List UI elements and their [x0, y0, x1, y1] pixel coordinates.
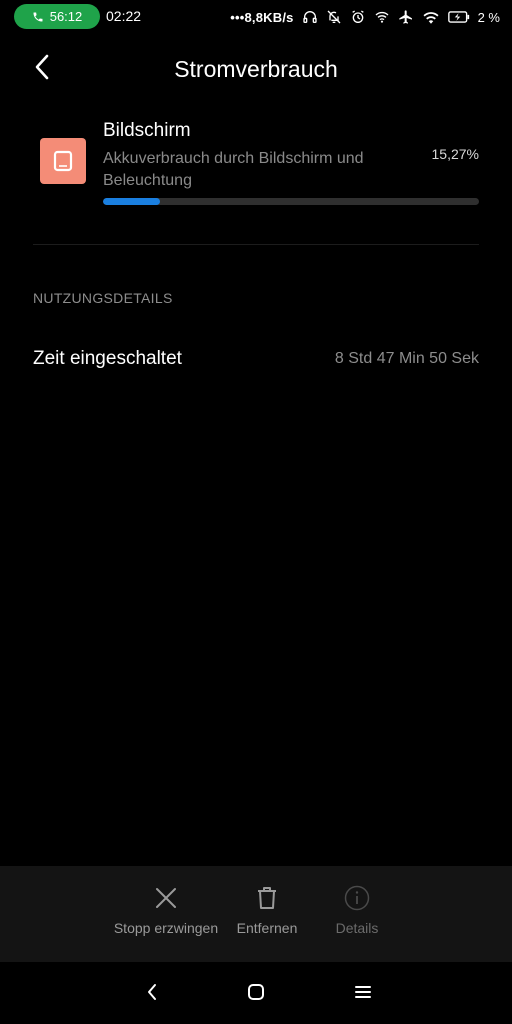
wifi-hotspot-icon: [374, 9, 390, 25]
app-name: Bildschirm: [103, 120, 191, 141]
action-bar: Stopp erzwingen Entfernen Details: [0, 866, 512, 962]
close-icon: [154, 886, 178, 915]
usage-percent: 15,27%: [431, 146, 479, 162]
page-title: Stromverbrauch: [174, 56, 338, 82]
detail-row-screen-on-time: Zeit eingeschaltet 8 Std 47 Min 50 Sek: [33, 344, 479, 378]
system-nav-bar: [0, 962, 512, 1024]
more-dots-icon: •••: [230, 9, 245, 25]
detail-label: Zeit eingeschaltet: [33, 348, 182, 369]
section-heading: NUTZUNGSDETAILS: [33, 290, 173, 306]
app-description: Akkuverbrauch durch Bildschirm und Beleu…: [103, 150, 364, 189]
details-label: Details: [335, 920, 379, 936]
wifi-icon: [422, 9, 440, 25]
battery-charging-icon: [447, 10, 470, 24]
airplane-icon: [398, 9, 414, 25]
clock: 02:22: [106, 8, 142, 24]
usage-progress-bar: [103, 198, 479, 205]
trash-icon: [255, 885, 279, 916]
header: Stromverbrauch: [0, 44, 512, 96]
status-bar: 56:12 02:22 •••8,8KB/s 2 %: [0, 0, 512, 34]
network-speed: •••8,8KB/s: [230, 9, 294, 25]
ongoing-call-pill[interactable]: 56:12: [14, 4, 100, 29]
divider: [33, 244, 479, 245]
nav-menu-button[interactable]: [349, 980, 377, 1008]
status-icons: •••8,8KB/s 2 %: [230, 6, 500, 28]
phone-icon: [32, 11, 44, 23]
nav-back-button[interactable]: [138, 980, 166, 1008]
muted-bell-icon: [326, 9, 342, 25]
headset-icon: [302, 9, 318, 25]
app-usage-card: Bildschirm Akkuverbrauch durch Bildschir…: [33, 116, 479, 212]
call-timer: 56:12: [49, 9, 83, 24]
screen-icon: [40, 138, 86, 184]
detail-value: 8 Std 47 Min 50 Sek: [334, 350, 479, 367]
battery-percent: 2 %: [477, 9, 500, 25]
usage-progress-fill: [103, 198, 161, 205]
nav-menu-icon: [354, 984, 372, 1005]
nav-back-icon: [146, 983, 158, 1006]
nav-home-button[interactable]: [242, 980, 270, 1008]
info-icon: [344, 885, 370, 916]
details-button[interactable]: Details: [297, 884, 417, 936]
alarm-icon: [350, 9, 366, 25]
nav-home-icon: [247, 983, 265, 1006]
